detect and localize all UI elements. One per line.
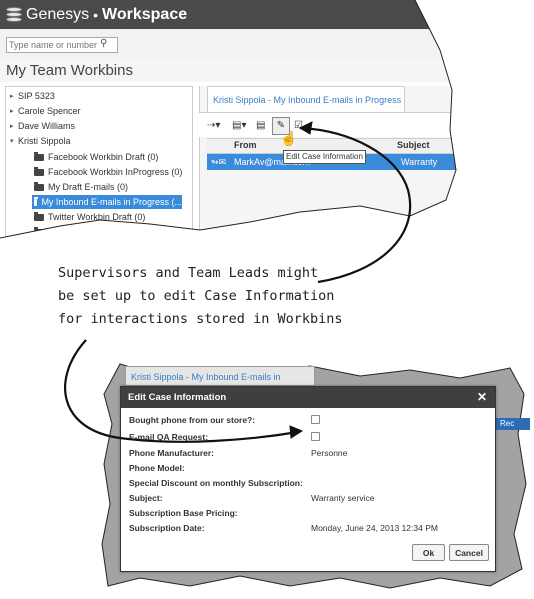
tree-item[interactable]: Twitter Workbin InProgress (0) — [34, 225, 170, 238]
tree-item-label: Carole Spencer — [18, 106, 81, 116]
folder-icon — [34, 226, 44, 236]
email-qa-checkbox[interactable] — [311, 432, 320, 441]
dialog-header: Edit Case Information ✕ — [121, 387, 495, 408]
field-label: Subscription Base Pricing: — [129, 508, 238, 518]
tree-item-label: Twitter Workbin Draft (0) — [48, 212, 146, 222]
edit-case-information-dialog: Edit Case Information ✕ Bought phone fro… — [120, 386, 496, 572]
tree-item[interactable]: My Draft E-mails (0) — [34, 180, 128, 194]
tree-item-label: Kristi Sippola — [18, 136, 71, 146]
field-label: Phone Model: — [129, 463, 185, 473]
caption-line: for interactions stored in Workbins — [58, 311, 343, 327]
tree-item-label: My Inbound E-mails in Progress (... — [41, 197, 182, 207]
top-bar: Genesys • Workspace — [0, 0, 456, 29]
tree-item[interactable]: Twitter Workbin Draft (0) — [34, 210, 145, 224]
field-label: Bought phone from our store?: — [129, 415, 256, 425]
tree-item[interactable]: ▾ Kristi Sippola — [10, 134, 71, 148]
workbin-tree: ▸ SIP 5323 ▸ Carole Spencer ▸ Dave Willi… — [5, 86, 193, 238]
field-label: E-mail QA Request: — [129, 432, 209, 442]
tree-item-selected[interactable]: My Inbound E-mails in Progress (... — [32, 195, 182, 209]
tree-item[interactable]: ▸ Dave Williams — [10, 119, 75, 133]
move-to-queue-icon[interactable]: ⇢▾ — [207, 120, 220, 131]
workspace-screenshot: Genesys • Workspace ⚲ My Team Workbins ▸… — [0, 0, 456, 238]
folder-icon — [34, 166, 44, 176]
field-label: Special Discount on monthly Subscription… — [129, 478, 303, 488]
bought-phone-checkbox[interactable] — [311, 415, 320, 424]
folder-icon — [34, 211, 44, 221]
phone-manufacturer-value[interactable]: Personne — [311, 448, 347, 458]
collapse-arrow-icon[interactable]: ▾ — [10, 137, 18, 145]
tree-item[interactable]: Facebook Workbin InProgress (0) — [34, 165, 182, 179]
search-icon[interactable]: ⚲ — [100, 38, 107, 49]
folder-icon — [34, 151, 44, 161]
app-name: Workspace — [102, 5, 188, 23]
field-label: Subject: — [129, 493, 163, 503]
ok-button[interactable]: Ok — [412, 544, 445, 561]
tree-item[interactable]: ▸ SIP 5323 — [10, 89, 55, 103]
tooltip: Edit Case Information — [283, 150, 366, 164]
field-label: Subscription Date: — [129, 523, 205, 533]
expand-arrow-icon[interactable]: ▸ — [10, 122, 18, 130]
expand-arrow-icon[interactable]: ▸ — [10, 92, 18, 100]
subscription-date-value[interactable]: Monday, June 24, 2013 12:34 PM — [311, 523, 438, 533]
folder-icon — [34, 196, 39, 206]
tree-item-label: My Draft E-mails (0) — [48, 182, 129, 192]
column-header-subject[interactable]: Subject — [397, 140, 430, 150]
subject-value[interactable]: Warranty service — [311, 493, 374, 503]
tab-workbin-background: Kristi Sippola - My Inbound E-mails in P… — [125, 366, 315, 402]
caption-line: be set up to edit Case Information — [58, 288, 335, 304]
search-bar: ⚲ — [0, 29, 456, 60]
background-column-header: Rec — [496, 418, 530, 430]
cancel-button[interactable]: Cancel — [449, 544, 489, 561]
folder-icon — [34, 181, 44, 191]
tree-item-label: Facebook Workbin Draft (0) — [48, 152, 159, 162]
close-icon[interactable]: ✕ — [477, 390, 487, 404]
caption-line: Supervisors and Team Leads might — [58, 265, 319, 281]
email-icon: ↬✉ — [211, 157, 227, 167]
mouse-cursor-icon: ☝ — [280, 130, 298, 146]
tree-item[interactable]: Facebook Workbin Draft (0) — [34, 150, 158, 164]
tree-item-label: Dave Williams — [18, 121, 76, 131]
brand-name: Genesys — [26, 5, 90, 23]
open-folder-icon[interactable]: ▤ — [256, 120, 265, 131]
tab-workbin[interactable]: Kristi Sippola - My Inbound E-mails in P… — [207, 86, 405, 112]
dialog-title: Edit Case Information — [128, 392, 227, 403]
column-header-from[interactable]: From — [234, 140, 257, 150]
annotation-caption: Supervisors and Team Leads might be set … — [58, 262, 358, 331]
tree-item-label: Facebook Workbin InProgress (0) — [48, 167, 183, 177]
field-label: Phone Manufacturer: — [129, 448, 215, 458]
genesys-logo-icon — [6, 6, 22, 23]
tree-item-label: Twitter Workbin InProgress (0) — [48, 227, 170, 237]
expand-arrow-icon[interactable]: ▸ — [10, 107, 18, 115]
tree-item-label: SIP 5323 — [18, 91, 55, 101]
title-separator: • — [93, 6, 99, 23]
tree-item[interactable]: ▸ Carole Spencer — [10, 104, 81, 118]
section-title: My Team Workbins — [6, 62, 133, 79]
row-subject: Warranty — [401, 157, 438, 167]
move-to-workbin-icon[interactable]: ▤▾ — [232, 120, 246, 131]
